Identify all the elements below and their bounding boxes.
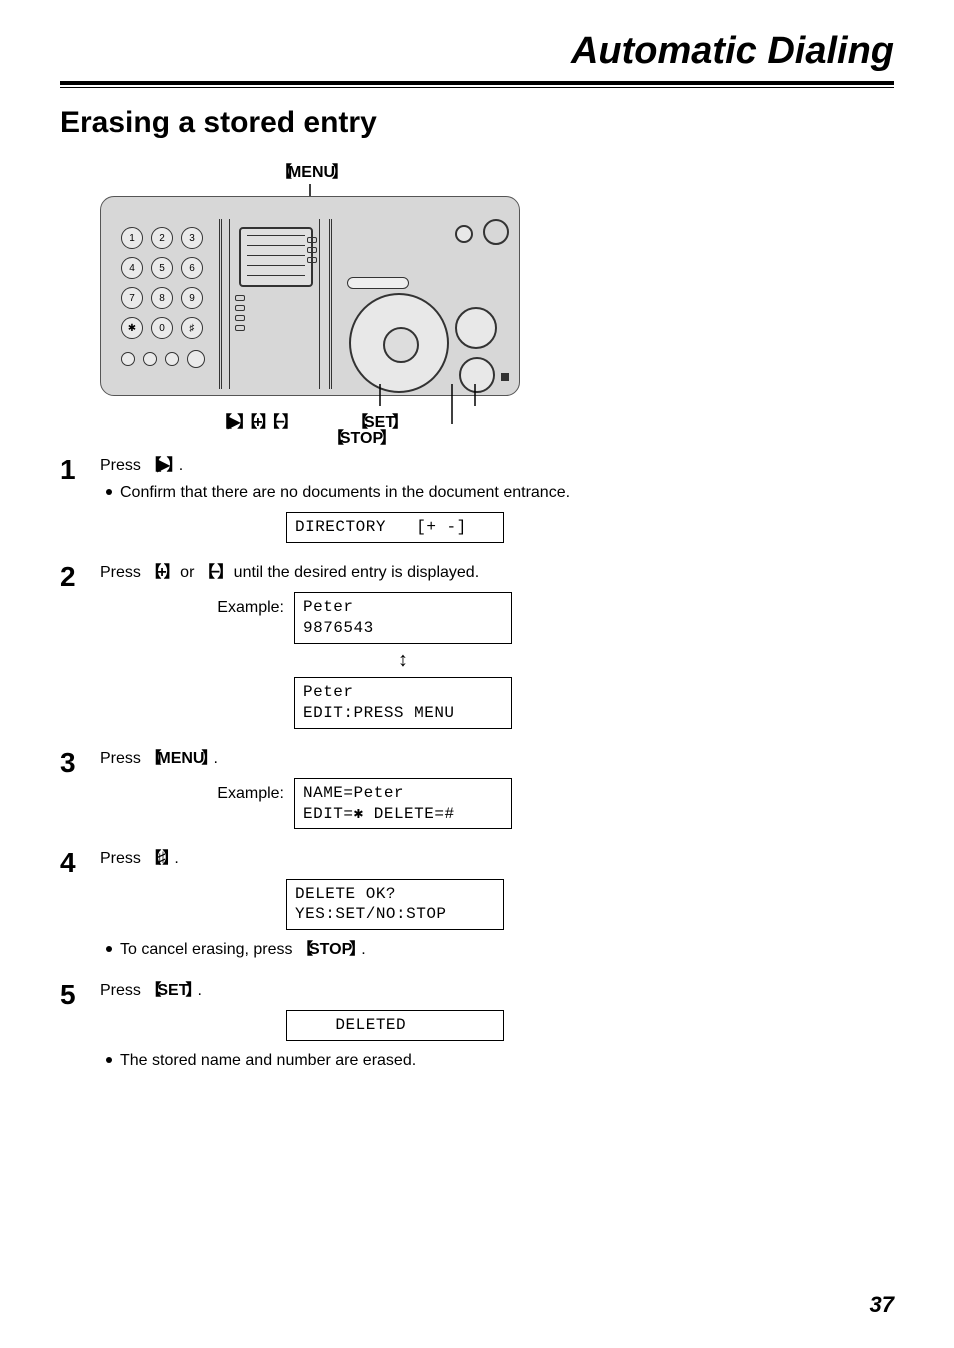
key-minus: − [199,564,229,581]
rule-thick [60,81,894,85]
step-3: 3 Press MENU. Example: NAME=Peter EDIT=✱… [60,747,580,830]
step4-bullet-b: . [361,941,365,958]
example-label: Example: [196,778,284,805]
step3-text-a: Press [100,750,145,767]
step5-text-b: . [198,982,202,999]
lcd-illustration [239,227,313,287]
step2-text-a: Press [100,564,145,581]
lcd-step5: DELETED [286,1010,504,1041]
step-number: 4 [60,847,100,877]
page-number: 37 [870,1292,894,1318]
step-number: 1 [60,454,100,484]
step1-text-b: . [179,457,183,474]
lcd-step2a: Peter 9876543 [294,592,512,644]
lcd-step3: NAME=Peter EDIT=✱ DELETE=# [294,778,512,830]
section-title: Erasing a stored entry [60,106,894,140]
key-set: SET [145,982,197,999]
step5-text-a: Press [100,982,145,999]
step-4: 4 Press ♯. DELETE OK? YES:SET/NO:STOP To… [60,847,580,961]
device-illustration: MENU 123 456 789 ✱0♯ [100,158,520,434]
rule-thin [60,87,894,88]
key-hash: ♯ [145,850,174,867]
step3-text-b: . [213,750,217,767]
keypad-illustration: 123 456 789 ✱0♯ [121,227,205,341]
bullet-icon [106,946,112,952]
step2-text-c: until the desired entry is displayed. [229,564,479,581]
steps-list: 1 Press ▶. Confirm that there are no doc… [60,454,580,1072]
updown-arrow-icon: ↕ [398,646,408,675]
step-number: 5 [60,979,100,1009]
chapter-title: Automatic Dialing [60,30,894,73]
step1-bullet: Confirm that there are no documents in t… [120,481,570,504]
step-number: 3 [60,747,100,777]
bullet-icon [106,489,112,495]
step4-bullet-a: To cancel erasing, press [120,941,297,958]
key-right: ▶ [145,457,178,474]
step-5: 5 Press SET. DELETED The stored name and… [60,979,580,1072]
label-stop: STOP [328,430,392,447]
step4-text-b: . [174,850,178,867]
step2-text-b: or [176,564,199,581]
step1-text-a: Press [100,457,145,474]
step-number: 2 [60,561,100,591]
label-menu: MENU [276,164,344,181]
lcd-step2b: Peter EDIT:PRESS MENU [294,677,512,729]
aux-buttons [121,352,205,368]
step4-text-a: Press [100,850,145,867]
key-menu: MENU [145,750,213,767]
example-label: Example: [196,592,284,619]
lcd-step1: DIRECTORY [+ -] [286,512,504,543]
key-plus: + [145,564,175,581]
lcd-step4: DELETE OK? YES:SET/NO:STOP [286,879,504,931]
nav-cluster [349,293,449,393]
bullet-icon [106,1057,112,1063]
step-1: 1 Press ▶. Confirm that there are no doc… [60,454,580,543]
step-2: 2 Press + or − until the desired entry i… [60,561,580,728]
key-stop: STOP [297,941,361,958]
step5-bullet: The stored name and number are erased. [120,1049,416,1072]
